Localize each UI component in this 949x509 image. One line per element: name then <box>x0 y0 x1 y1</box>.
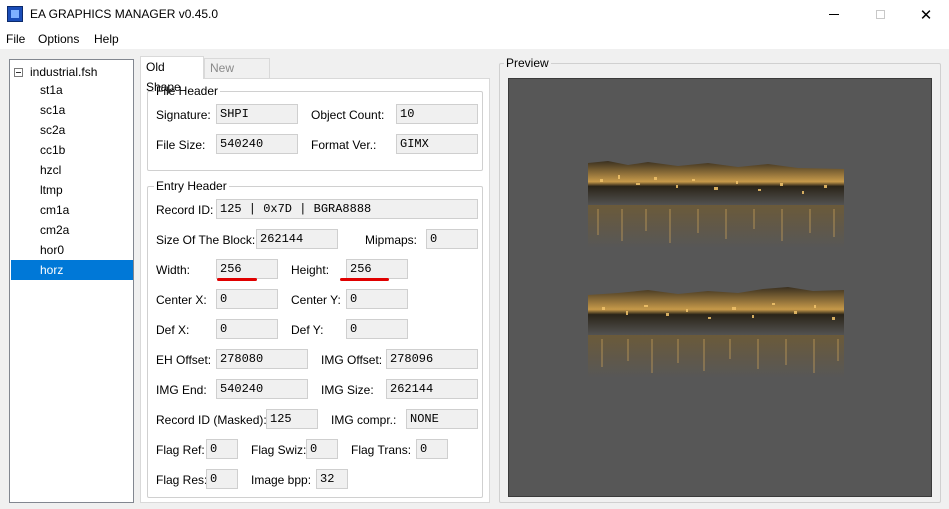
tree-item-hor0[interactable]: hor0 <box>11 240 133 260</box>
width-field[interactable]: 256 <box>216 259 278 279</box>
mipmaps-label: Mipmaps: <box>365 233 418 247</box>
tab-old-shape[interactable]: Old Shape <box>140 56 204 94</box>
img-compr-label: IMG compr.: <box>331 413 397 427</box>
preview-title: Preview <box>504 56 551 70</box>
tree-item-horz[interactable]: horz <box>11 260 133 280</box>
center-x-label: Center X: <box>156 293 207 307</box>
img-end-label: IMG End: <box>156 383 207 397</box>
file-tree[interactable]: industrial.fsh st1a sc1a sc2a cc1b hzcl … <box>9 59 134 503</box>
flag-swiz-label: Flag Swiz: <box>251 443 307 457</box>
window-title: EA GRAPHICS MANAGER v0.45.0 <box>30 7 219 21</box>
height-annotation-underline <box>340 278 389 281</box>
eh-offset-label: EH Offset: <box>156 353 212 367</box>
flag-ref-label: Flag Ref: <box>156 443 205 457</box>
record-id-masked-field[interactable]: 125 <box>266 409 318 429</box>
close-button[interactable]: ✕ <box>903 0 949 29</box>
img-size-label: IMG Size: <box>321 383 374 397</box>
old-shape-panel: File Header Signature: SHPI Object Count… <box>140 78 490 503</box>
tree-item-cm1a[interactable]: cm1a <box>11 200 133 220</box>
img-offset-label: IMG Offset: <box>321 353 383 367</box>
menu-file[interactable]: File <box>6 32 25 46</box>
texture-preview-top <box>588 161 844 248</box>
width-label: Width: <box>156 263 191 277</box>
maximize-button[interactable] <box>857 0 903 29</box>
tree-root[interactable]: industrial.fsh <box>14 63 97 81</box>
texture-preview-bottom <box>588 287 844 378</box>
center-y-label: Center Y: <box>291 293 341 307</box>
tree-item-sc1a[interactable]: sc1a <box>11 100 133 120</box>
object-count-label: Object Count: <box>311 108 385 122</box>
flag-res-field[interactable]: 0 <box>206 469 238 489</box>
def-y-field[interactable]: 0 <box>346 319 408 339</box>
flag-res-label: Flag Res: <box>156 473 208 487</box>
flag-trans-field[interactable]: 0 <box>416 439 448 459</box>
flag-ref-field[interactable]: 0 <box>206 439 238 459</box>
width-annotation-underline <box>217 278 257 281</box>
tree-item-cc1b[interactable]: cc1b <box>11 140 133 160</box>
tree-item-sc2a[interactable]: sc2a <box>11 120 133 140</box>
tree-item-cm2a[interactable]: cm2a <box>11 220 133 240</box>
record-id-masked-label: Record ID (Masked): <box>156 413 267 427</box>
file-size-field[interactable]: 540240 <box>216 134 298 154</box>
format-ver-field[interactable]: GIMX <box>396 134 478 154</box>
menu-bar: File Options Help <box>0 29 949 49</box>
signature-field[interactable]: SHPI <box>216 104 298 124</box>
center-y-field[interactable]: 0 <box>346 289 408 309</box>
flag-swiz-field[interactable]: 0 <box>306 439 338 459</box>
record-id-label: Record ID: <box>156 203 214 217</box>
tree-root-label: industrial.fsh <box>30 65 98 79</box>
image-bpp-label: Image bpp: <box>251 473 312 487</box>
img-size-field[interactable]: 262144 <box>386 379 478 399</box>
close-icon: ✕ <box>919 6 933 24</box>
menu-help[interactable]: Help <box>94 32 119 46</box>
img-end-field[interactable]: 540240 <box>216 379 308 399</box>
img-compr-field[interactable]: NONE <box>406 409 478 429</box>
maximize-icon <box>875 10 885 19</box>
block-size-field[interactable]: 262144 <box>256 229 338 249</box>
def-x-field[interactable]: 0 <box>216 319 278 339</box>
preview-canvas <box>508 78 932 497</box>
tree-item-hzcl[interactable]: hzcl <box>11 160 133 180</box>
eh-offset-field[interactable]: 278080 <box>216 349 308 369</box>
collapse-icon[interactable] <box>14 67 23 77</box>
tab-new-shape[interactable]: New Shape <box>204 58 270 93</box>
img-offset-field[interactable]: 278096 <box>386 349 478 369</box>
mipmaps-field[interactable]: 0 <box>426 229 478 249</box>
object-count-field[interactable]: 10 <box>396 104 478 124</box>
tree-item-st1a[interactable]: st1a <box>11 80 133 100</box>
title-bar: EA GRAPHICS MANAGER v0.45.0 ✕ <box>0 0 949 29</box>
height-field[interactable]: 256 <box>346 259 408 279</box>
menu-options[interactable]: Options <box>38 32 79 46</box>
app-icon <box>7 6 23 22</box>
image-bpp-field[interactable]: 32 <box>316 469 348 489</box>
block-size-label: Size Of The Block: <box>156 233 256 247</box>
flag-trans-label: Flag Trans: <box>351 443 412 457</box>
entry-header-title: Entry Header <box>154 179 229 193</box>
def-x-label: Def X: <box>156 323 190 337</box>
center-x-field[interactable]: 0 <box>216 289 278 309</box>
tree-item-ltmp[interactable]: ltmp <box>11 180 133 200</box>
record-id-field[interactable]: 125 | 0x7D | BGRA8888 <box>216 199 478 219</box>
def-y-label: Def Y: <box>291 323 324 337</box>
file-header-group: File Header <box>147 84 483 171</box>
height-label: Height: <box>291 263 330 277</box>
signature-label: Signature: <box>156 108 211 122</box>
minimize-icon <box>829 14 839 15</box>
minimize-button[interactable] <box>811 0 857 29</box>
format-ver-label: Format Ver.: <box>311 138 377 152</box>
file-size-label: File Size: <box>156 138 206 152</box>
